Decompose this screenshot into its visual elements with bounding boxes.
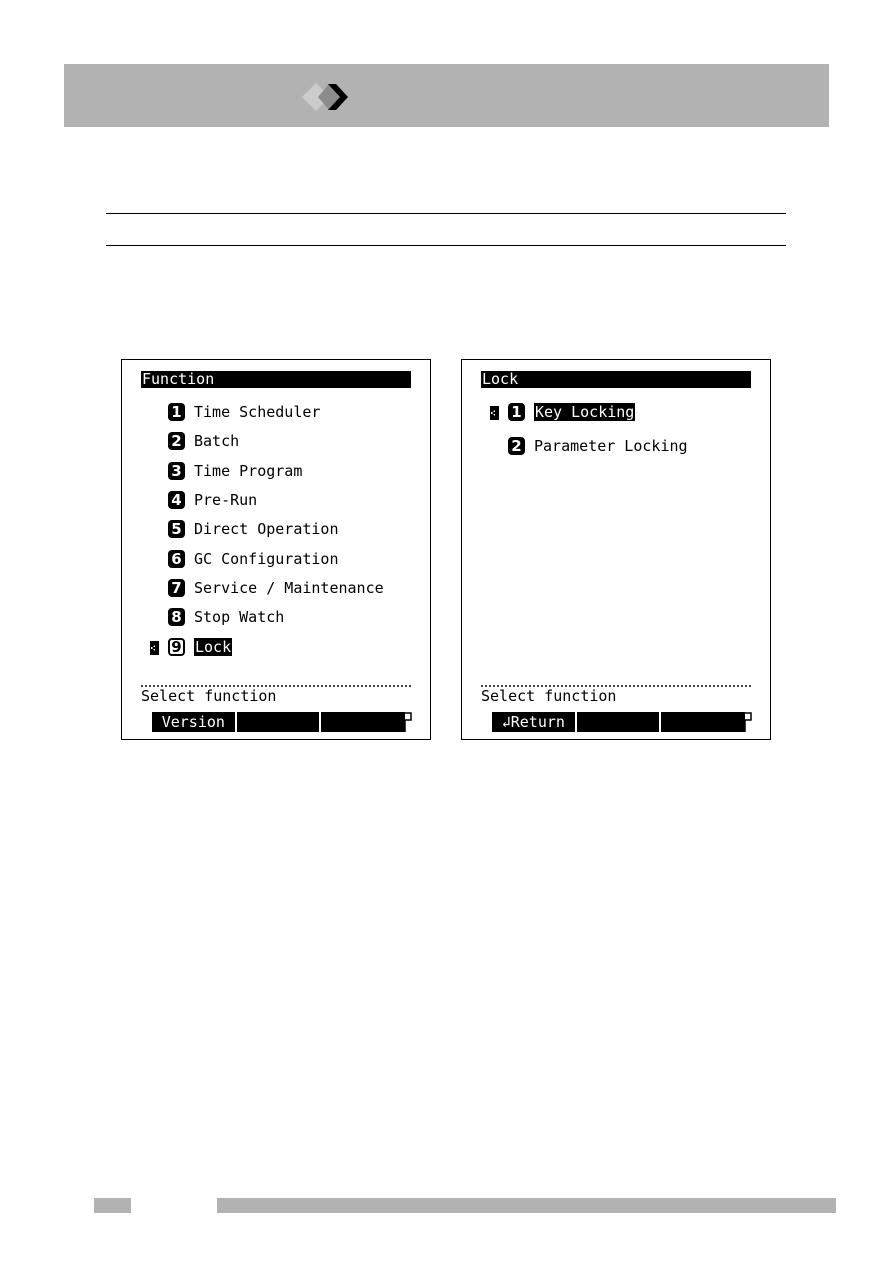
selection-cursor-icon bbox=[150, 641, 159, 655]
top-rule bbox=[106, 213, 786, 214]
softkey-version[interactable]: Version bbox=[152, 712, 237, 732]
status-message: Select function bbox=[141, 687, 277, 705]
menu-item-label: GC Configuration bbox=[194, 550, 339, 568]
number-2-icon: 2 bbox=[168, 432, 185, 450]
softkey-bar-end-icon bbox=[404, 712, 412, 732]
menu-item-label: Parameter Locking bbox=[534, 437, 688, 455]
menu-item-time-scheduler[interactable]: 1 Time Scheduler bbox=[168, 402, 320, 422]
softkey-return[interactable]: ↲Return bbox=[492, 712, 577, 732]
menu-item-label: Time Program bbox=[194, 462, 303, 480]
triple-diamond-chevron-icon bbox=[302, 83, 348, 111]
number-2-icon: 2 bbox=[508, 437, 525, 455]
number-5-icon: 5 bbox=[168, 520, 185, 538]
softkey-3[interactable] bbox=[321, 712, 406, 732]
footer-band bbox=[217, 1198, 836, 1213]
softkey-bar: Version bbox=[152, 712, 406, 732]
menu-item-label: Batch bbox=[194, 432, 240, 450]
return-arrow-icon: ↲ bbox=[501, 713, 511, 731]
bottom-rule bbox=[106, 245, 786, 246]
softkey-bar: ↲Return bbox=[492, 712, 746, 732]
softkey-label: Return bbox=[510, 713, 565, 731]
number-6-icon: 6 bbox=[168, 550, 185, 568]
menu-item-label: Direct Operation bbox=[194, 520, 339, 538]
number-1-icon: 1 bbox=[168, 403, 185, 421]
menu-item-label: Stop Watch bbox=[194, 608, 285, 626]
softkey-3[interactable] bbox=[661, 712, 746, 732]
number-4-icon: 4 bbox=[168, 491, 185, 509]
status-message: Select function bbox=[481, 687, 617, 705]
menu-item-key-locking[interactable]: 1 Key Locking bbox=[508, 402, 636, 422]
lock-screen: Lock 1 Key Locking 2 Parameter Locking S… bbox=[461, 359, 771, 740]
number-3-icon: 3 bbox=[168, 462, 185, 480]
menu-item-time-program[interactable]: 3 Time Program bbox=[168, 461, 302, 481]
menu-item-parameter-locking[interactable]: 2 Parameter Locking bbox=[508, 436, 688, 456]
softkey-2[interactable] bbox=[236, 712, 322, 732]
softkey-2[interactable] bbox=[576, 712, 662, 732]
screen-title: Lock bbox=[481, 371, 751, 388]
header-band bbox=[64, 64, 829, 127]
menu-item-label-selected: Lock bbox=[194, 638, 233, 656]
footer-page-block bbox=[94, 1198, 131, 1213]
menu-item-pre-run[interactable]: 4 Pre-Run bbox=[168, 490, 257, 510]
number-7-icon: 7 bbox=[168, 579, 185, 597]
menu-item-batch[interactable]: 2 Batch bbox=[168, 431, 239, 451]
screen-title: Function bbox=[141, 371, 411, 388]
number-8-icon: 8 bbox=[168, 608, 185, 626]
menu-item-label: Pre-Run bbox=[194, 491, 258, 509]
menu-item-label: Service / Maintenance bbox=[194, 579, 384, 597]
menu-item-direct-operation[interactable]: 5 Direct Operation bbox=[168, 519, 339, 539]
function-screen: Function 1 Time Scheduler 2 Batch 3 Time… bbox=[121, 359, 431, 740]
selection-cursor-icon bbox=[490, 406, 499, 420]
menu-item-stop-watch[interactable]: 8 Stop Watch bbox=[168, 607, 284, 627]
menu-item-label: Time Scheduler bbox=[194, 403, 321, 421]
number-1-icon: 1 bbox=[508, 403, 525, 421]
softkey-bar-end-icon bbox=[744, 712, 752, 732]
menu-item-lock[interactable]: 9 Lock bbox=[168, 637, 233, 657]
menu-item-gc-configuration[interactable]: 6 GC Configuration bbox=[168, 549, 339, 569]
menu-item-service-maintenance[interactable]: 7 Service / Maintenance bbox=[168, 578, 384, 598]
menu-item-label-selected: Key Locking bbox=[534, 403, 636, 421]
number-9-icon: 9 bbox=[168, 638, 185, 656]
